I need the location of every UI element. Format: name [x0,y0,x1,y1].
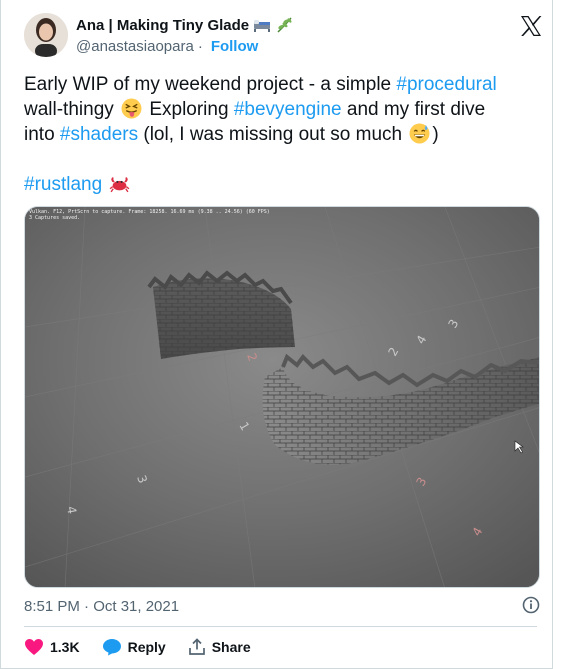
action-bar: 1.3K Reply Share [24,638,273,656]
x-logo-icon[interactable] [519,14,543,38]
share-button[interactable]: Share [188,638,251,656]
author-handle-row: @anastasiaopara · Follow [76,38,258,55]
tweet-line-3: into #shaders (lol, I was missing out so… [24,122,529,147]
heart-icon [25,639,43,655]
hashtag-shaders[interactable]: #shaders [60,124,138,145]
tweet-blank-line [24,147,529,172]
avatar[interactable] [24,13,68,57]
tweet-line-2: wall-thingy Exploring #bevyengine and my… [24,97,529,122]
share-icon [188,638,205,655]
like-button[interactable]: 1.3K [24,638,80,656]
follow-button[interactable]: Follow [211,38,259,55]
author-name[interactable]: Ana | Making Tiny Glade [76,17,249,34]
divider [24,626,537,627]
media-video[interactable]: 2 1 3 4 3 4 3 4 2 Vulkan. F12, PrtScrn t… [24,206,540,588]
squinting-tongue-emoji-icon [121,98,142,119]
tweet-text-segment: Exploring [144,99,234,120]
crab-emoji-icon [110,177,130,193]
scene-render: 2 1 3 4 3 4 3 4 2 [25,207,539,587]
tweet-text-segment: and my first dive [341,99,486,120]
tweet-text-segment: wall-thingy [24,99,120,120]
hashtag-procedural[interactable]: #procedural [396,74,496,95]
reply-label: Reply [127,639,166,655]
hashtag-bevyengine[interactable]: #bevyengine [234,99,342,120]
reply-button[interactable]: Reply [102,638,166,656]
tweet-text: Early WIP of my weekend project - a simp… [24,72,529,197]
share-label: Share [211,639,251,655]
bed-emoji-icon [254,20,271,32]
author-name-row: Ana | Making Tiny Glade [76,15,293,35]
info-icon[interactable] [522,596,540,614]
herb-emoji-icon [277,17,292,33]
grinning-sweat-emoji-icon [409,123,430,144]
like-count: 1.3K [50,639,80,655]
console-captures-line: 3 Captures saved. [29,215,81,221]
tweet-text-segment: into [24,124,60,145]
author-handle[interactable]: @anastasiaopara [76,38,194,55]
tweet-text-segment: (lol, I was missing out so much [138,124,408,145]
tweet-timestamp[interactable]: 8:51 PM · Oct 31, 2021 [24,598,179,615]
tweet-line-4: #rustlang [24,172,529,197]
avatar-image [24,13,68,57]
tweet-text-segment: ) [432,124,439,145]
timestamp-text: 8:51 PM · Oct 31, 2021 [24,598,180,615]
tweet-text-segment: Early WIP of my weekend project - a simp… [24,74,397,95]
reply-bubble-icon [102,639,121,656]
tweet-line-1: Early WIP of my weekend project - a simp… [24,72,529,97]
hashtag-rustlang[interactable]: #rustlang [24,174,102,195]
separator-dot: · [197,38,203,55]
